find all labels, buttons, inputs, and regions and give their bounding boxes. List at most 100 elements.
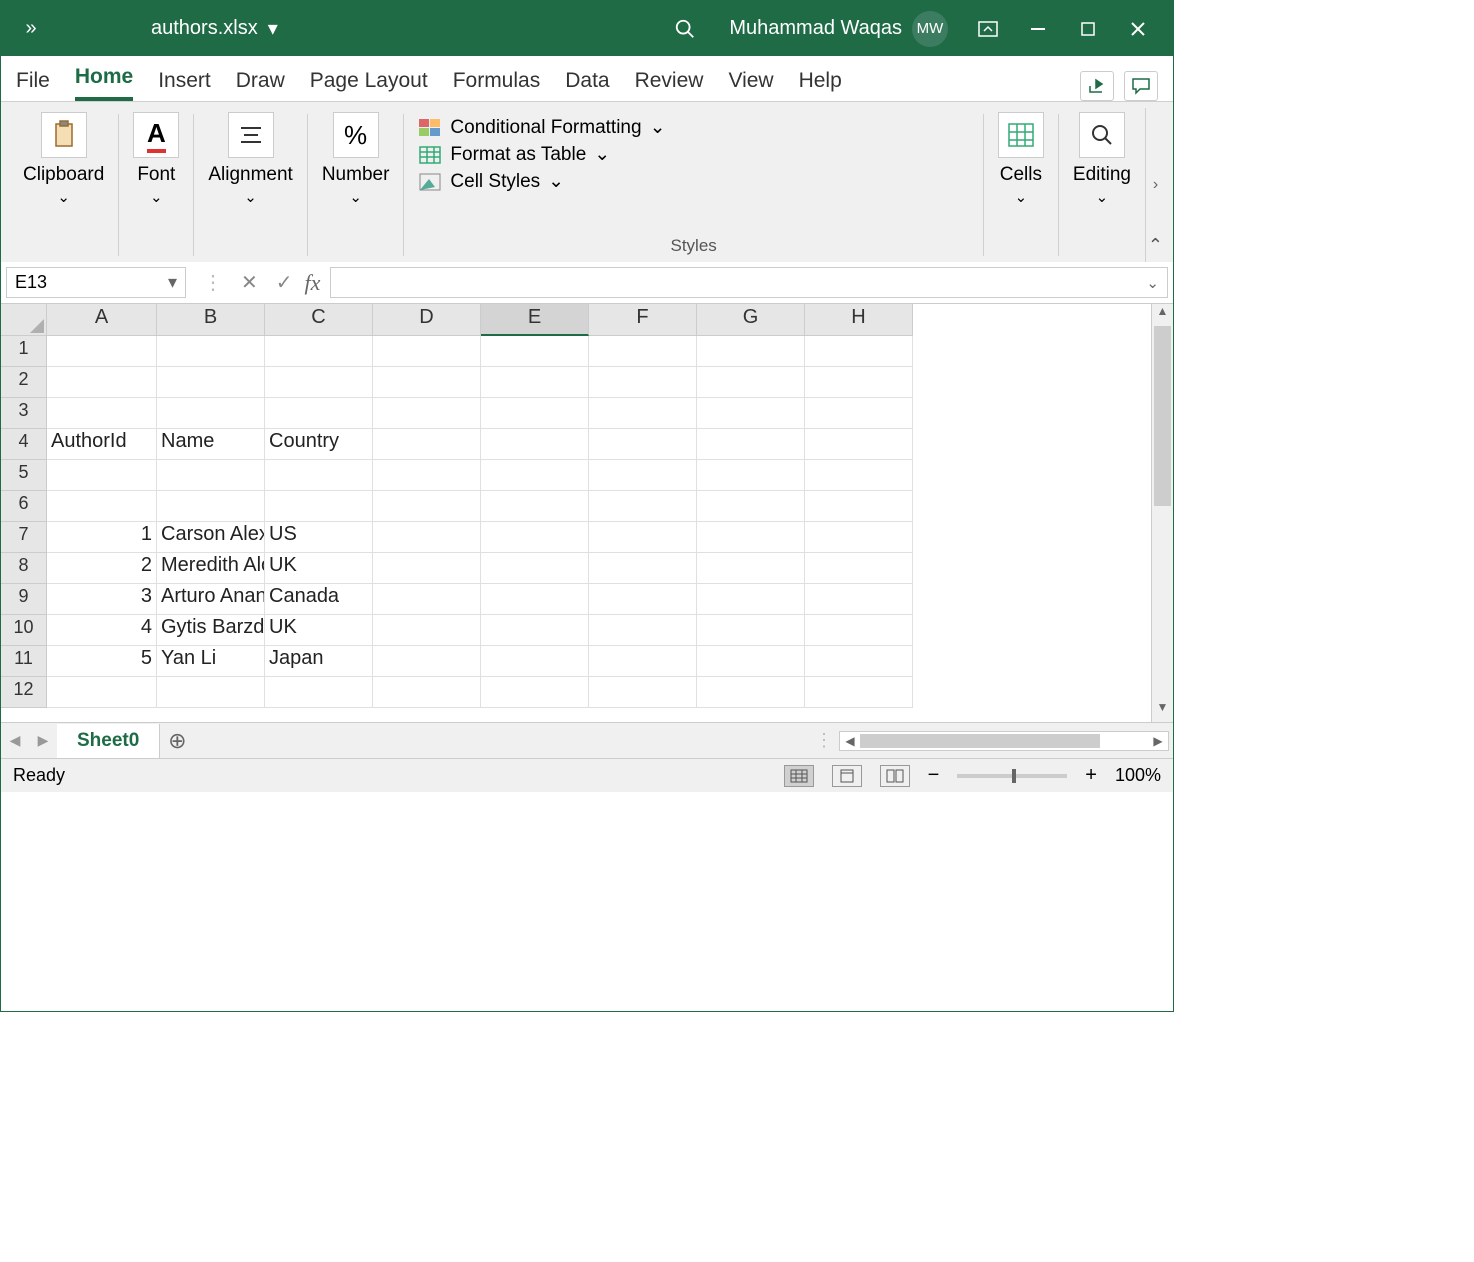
cell[interactable] [373, 398, 481, 429]
cell[interactable]: 3 [47, 584, 157, 615]
close-button[interactable] [1113, 9, 1163, 49]
scroll-up-icon[interactable]: ▲ [1152, 304, 1173, 326]
cell[interactable] [481, 460, 589, 491]
cell[interactable] [805, 522, 913, 553]
cell[interactable] [481, 398, 589, 429]
cell[interactable] [481, 677, 589, 708]
cell[interactable] [47, 398, 157, 429]
cell[interactable] [697, 584, 805, 615]
row-header[interactable]: 12 [1, 677, 47, 708]
search-button[interactable] [674, 18, 714, 40]
font-button[interactable]: A Font ⌄ [133, 112, 179, 206]
tab-file[interactable]: File [16, 61, 50, 101]
cell[interactable] [373, 367, 481, 398]
clipboard-button[interactable]: Clipboard ⌄ [23, 112, 104, 206]
column-header[interactable]: E [481, 304, 589, 336]
cell[interactable] [697, 336, 805, 367]
cell[interactable] [589, 460, 697, 491]
cell[interactable] [589, 336, 697, 367]
row-header[interactable]: 2 [1, 367, 47, 398]
tab-insert[interactable]: Insert [158, 61, 211, 101]
cell[interactable] [697, 367, 805, 398]
cell[interactable] [589, 584, 697, 615]
cell[interactable]: 5 [47, 646, 157, 677]
collapse-ribbon-icon[interactable]: ⌃ [1148, 235, 1163, 256]
cell[interactable] [697, 646, 805, 677]
cell[interactable] [589, 367, 697, 398]
cell[interactable] [265, 677, 373, 708]
cell-styles-button[interactable]: Cell Styles ⌄ [418, 170, 968, 193]
normal-view-button[interactable] [784, 765, 814, 787]
tab-help[interactable]: Help [799, 61, 842, 101]
cell[interactable] [805, 553, 913, 584]
cell[interactable] [481, 429, 589, 460]
cell[interactable] [481, 336, 589, 367]
cell[interactable] [805, 677, 913, 708]
scroll-down-icon[interactable]: ▼ [1152, 700, 1173, 722]
fx-label[interactable]: fx [305, 262, 331, 303]
cell[interactable] [697, 398, 805, 429]
cell[interactable] [481, 553, 589, 584]
horizontal-scrollbar[interactable]: ◀ ▶ [839, 731, 1169, 751]
cell[interactable] [481, 615, 589, 646]
column-header[interactable]: F [589, 304, 697, 336]
tab-home[interactable]: Home [75, 57, 133, 101]
cell[interactable] [373, 522, 481, 553]
row-header[interactable]: 8 [1, 553, 47, 584]
cell[interactable]: Carson Alexander [157, 522, 265, 553]
minimize-button[interactable] [1013, 9, 1063, 49]
enter-icon[interactable]: ✓ [276, 270, 293, 295]
cell[interactable]: UK [265, 615, 373, 646]
tab-scroll-grip-icon[interactable]: ⋮ [809, 730, 839, 751]
cell[interactable] [373, 491, 481, 522]
cell[interactable] [589, 491, 697, 522]
share-button[interactable] [1080, 71, 1114, 101]
cell[interactable] [265, 398, 373, 429]
cell[interactable] [373, 336, 481, 367]
cell[interactable] [589, 398, 697, 429]
cell[interactable] [265, 367, 373, 398]
column-header[interactable]: H [805, 304, 913, 336]
scroll-thumb[interactable] [1154, 326, 1171, 506]
cell[interactable] [481, 584, 589, 615]
cell[interactable] [481, 491, 589, 522]
cell[interactable] [589, 553, 697, 584]
cells-button[interactable]: Cells ⌄ [998, 112, 1044, 206]
column-header[interactable]: B [157, 304, 265, 336]
scroll-right-icon[interactable]: ▶ [1148, 734, 1168, 748]
cell[interactable] [805, 491, 913, 522]
expand-formula-bar-icon[interactable]: ⌄ [1146, 274, 1159, 292]
cell[interactable]: Japan [265, 646, 373, 677]
sheet-tab[interactable]: Sheet0 [57, 724, 160, 758]
tab-view[interactable]: View [728, 61, 773, 101]
comments-button[interactable] [1124, 71, 1158, 101]
cell[interactable] [265, 491, 373, 522]
cell[interactable]: AuthorId [47, 429, 157, 460]
column-header[interactable]: C [265, 304, 373, 336]
add-sheet-button[interactable]: ⊕ [160, 728, 194, 754]
cell[interactable] [589, 677, 697, 708]
cell[interactable]: Yan Li [157, 646, 265, 677]
zoom-in-button[interactable]: + [1085, 764, 1097, 787]
cell[interactable]: US [265, 522, 373, 553]
cell[interactable] [805, 336, 913, 367]
cell[interactable] [157, 336, 265, 367]
row-header[interactable]: 10 [1, 615, 47, 646]
editing-button[interactable]: Editing ⌄ [1073, 112, 1131, 206]
cell[interactable] [697, 615, 805, 646]
cell[interactable] [373, 553, 481, 584]
cell[interactable] [589, 429, 697, 460]
cell[interactable] [47, 677, 157, 708]
more-icon[interactable]: ⋮ [203, 270, 223, 295]
cell[interactable]: 4 [47, 615, 157, 646]
cell[interactable] [697, 460, 805, 491]
cell[interactable] [805, 460, 913, 491]
cell[interactable] [157, 398, 265, 429]
select-all-corner[interactable] [1, 304, 47, 336]
row-header[interactable]: 4 [1, 429, 47, 460]
cell[interactable] [697, 553, 805, 584]
format-as-table-button[interactable]: Format as Table ⌄ [418, 143, 968, 166]
hscroll-thumb[interactable] [860, 734, 1100, 748]
tab-draw[interactable]: Draw [236, 61, 285, 101]
cell[interactable] [805, 615, 913, 646]
